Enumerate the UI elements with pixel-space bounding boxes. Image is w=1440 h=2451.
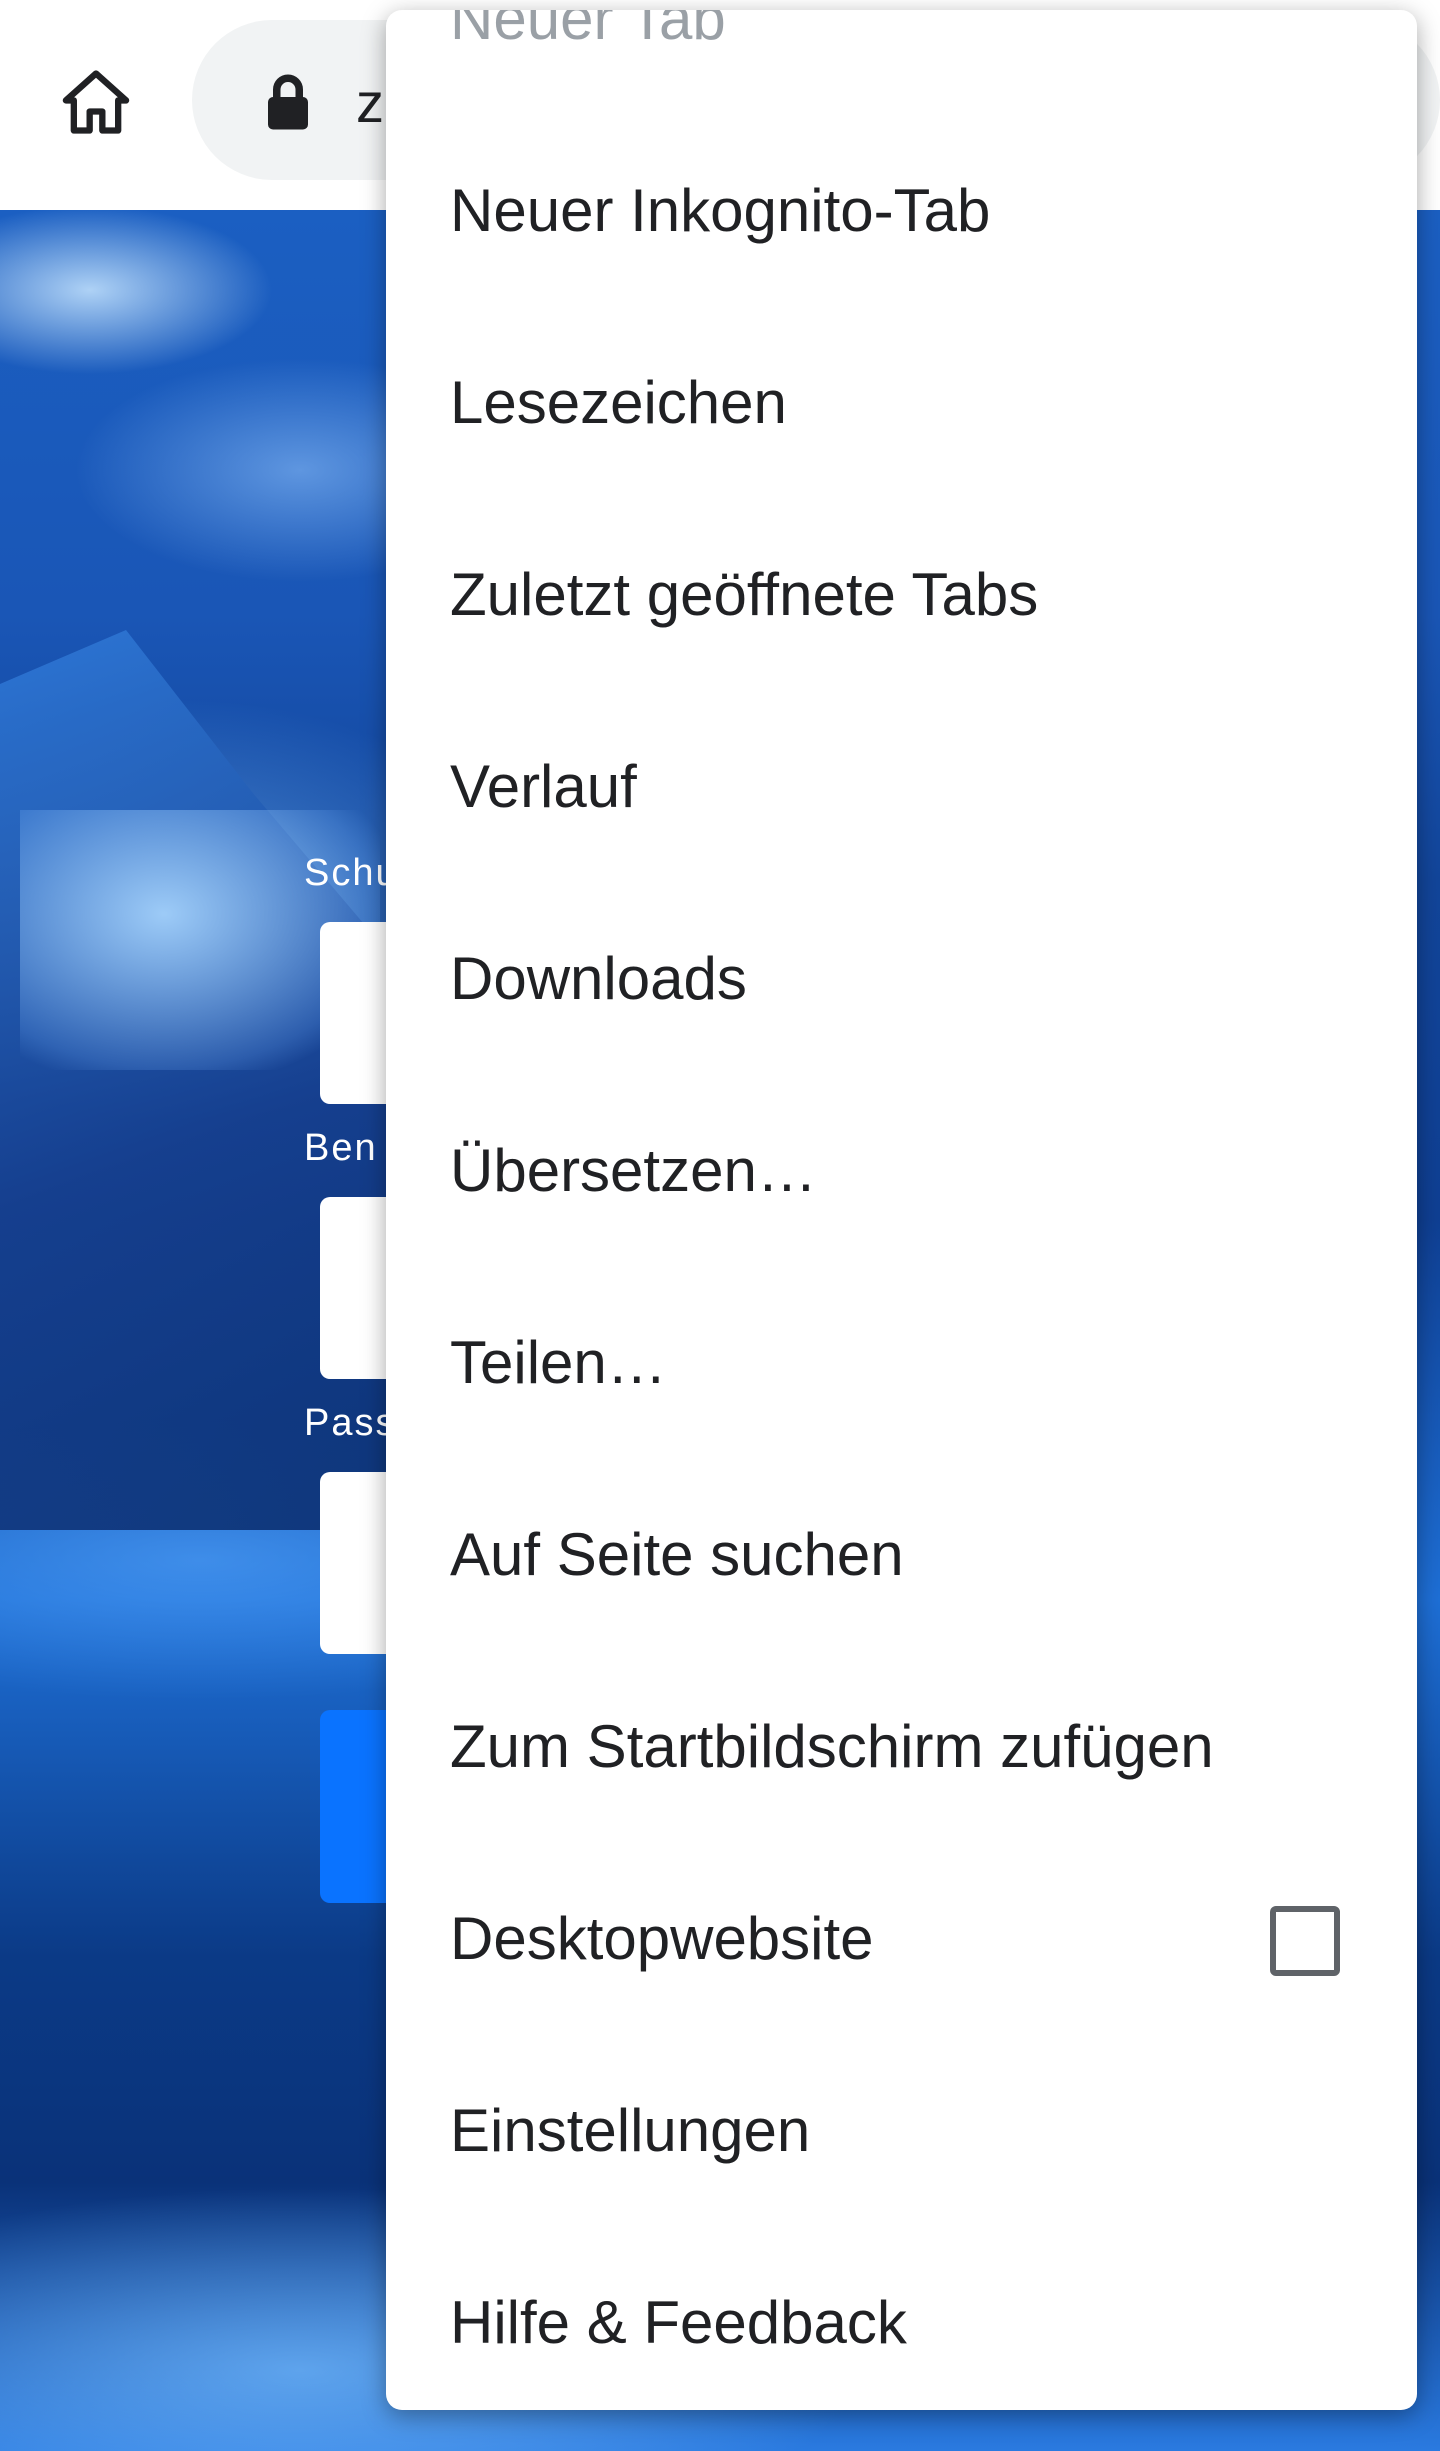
menu-item-downloads[interactable]: Downloads — [386, 882, 1417, 1074]
form-label-password: Pass — [304, 1402, 386, 1444]
form-label-username: Ben — [304, 1127, 378, 1169]
form-label-school: Schu — [304, 852, 386, 894]
lock-icon — [268, 74, 308, 130]
menu-item-history[interactable]: Verlauf — [386, 690, 1417, 882]
desktop-site-checkbox[interactable] — [1270, 1906, 1340, 1976]
menu-item-share[interactable]: Teilen… — [386, 1266, 1417, 1458]
menu-item-label: Einstellungen — [450, 2096, 811, 2164]
menu-item-label: Verlauf — [450, 752, 637, 820]
menu-item-label: Auf Seite suchen — [450, 1520, 904, 1588]
menu-item-label: Übersetzen… — [450, 1136, 817, 1204]
menu-item-add-to-home-screen[interactable]: Zum Startbildschirm zufügen — [386, 1650, 1417, 1842]
menu-item-label: Hilfe & Feedback — [450, 2288, 907, 2356]
menu-item-find-in-page[interactable]: Auf Seite suchen — [386, 1458, 1417, 1650]
menu-item-label: Neuer Tab — [450, 10, 726, 52]
menu-item-translate[interactable]: Übersetzen… — [386, 1074, 1417, 1266]
menu-item-label: Neuer Inkognito-Tab — [450, 176, 991, 244]
menu-item-label: Lesezeichen — [450, 368, 787, 436]
menu-item-new-tab[interactable]: Neuer Tab — [386, 10, 1417, 114]
menu-item-label: Downloads — [450, 944, 747, 1012]
menu-item-label: Zuletzt geöffnete Tabs — [450, 560, 1039, 628]
menu-item-recent-tabs[interactable]: Zuletzt geöffnete Tabs — [386, 498, 1417, 690]
menu-item-label: Desktopwebsite — [450, 1904, 874, 1972]
home-icon — [62, 70, 130, 134]
menu-item-help-feedback[interactable]: Hilfe & Feedback — [386, 2226, 1417, 2410]
home-button[interactable] — [50, 56, 142, 148]
overflow-menu: Neuer Tab Neuer Inkognito-Tab Lesezeiche… — [386, 10, 1417, 2410]
menu-item-settings[interactable]: Einstellungen — [386, 2034, 1417, 2226]
menu-item-label: Teilen… — [450, 1328, 667, 1396]
menu-item-bookmarks[interactable]: Lesezeichen — [386, 306, 1417, 498]
menu-item-new-incognito-tab[interactable]: Neuer Inkognito-Tab — [386, 114, 1417, 306]
menu-item-label: Zum Startbildschirm zufügen — [450, 1712, 1214, 1780]
menu-item-desktop-site[interactable]: Desktopwebsite — [386, 1842, 1417, 2034]
